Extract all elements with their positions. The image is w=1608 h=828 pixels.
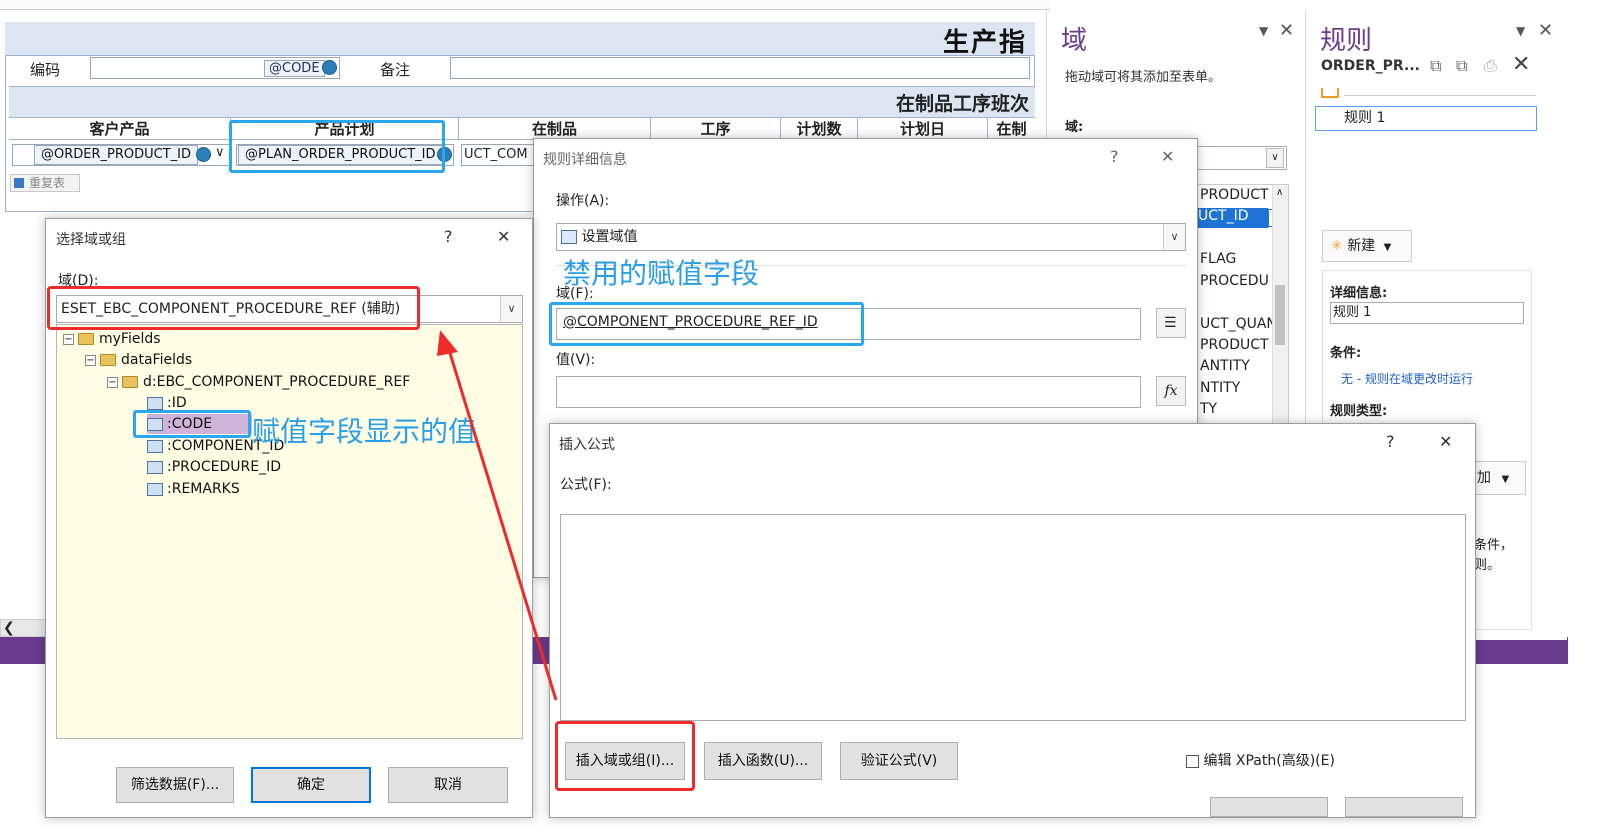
arrow-line: [444, 339, 558, 701]
arrow-head: [437, 330, 458, 356]
annotation-arrow: [437, 330, 558, 701]
